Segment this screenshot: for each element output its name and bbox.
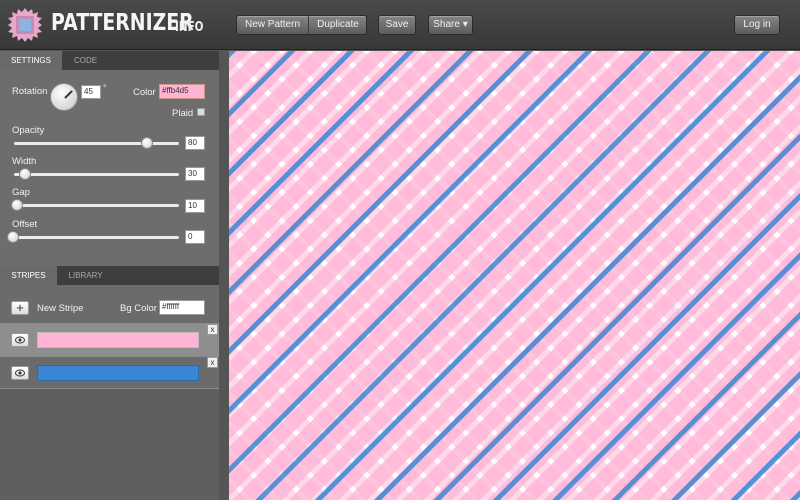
- stripe-color-swatch[interactable]: [37, 365, 199, 381]
- opacity-slider[interactable]: [14, 137, 179, 149]
- offset-slider[interactable]: [7, 231, 179, 243]
- top-bar: PATTERNIZER INFO New Pattern Duplicate S…: [0, 0, 800, 50]
- stripes-tab-bar: STRIPES LIBRARY: [0, 266, 219, 285]
- stripe-item-1[interactable]: x: [0, 323, 219, 356]
- visibility-toggle[interactable]: [11, 333, 29, 347]
- visibility-toggle[interactable]: [11, 366, 29, 380]
- degree-symbol: °: [103, 83, 107, 93]
- tab-code[interactable]: CODE: [62, 51, 109, 70]
- rotation-label: Rotation: [12, 86, 48, 97]
- tab-stripes[interactable]: STRIPES: [0, 266, 57, 285]
- panel-scrollbar[interactable]: [219, 51, 229, 500]
- bg-color-input[interactable]: #ffffff: [159, 300, 205, 315]
- pattern-button-group: New Pattern Duplicate: [236, 15, 367, 35]
- opacity-slider-thumb[interactable]: [141, 137, 153, 149]
- eye-icon: [15, 336, 25, 344]
- info-link[interactable]: INFO: [175, 20, 204, 35]
- color-label: Color: [133, 87, 156, 98]
- logo-icon: [8, 8, 42, 42]
- gap-slider-thumb[interactable]: [11, 199, 23, 211]
- plaid-checkbox[interactable]: [197, 108, 205, 116]
- settings-tab-bar: SETTINGS CODE: [0, 51, 219, 70]
- plaid-label: Plaid: [172, 108, 194, 119]
- opacity-label: Opacity: [12, 125, 45, 136]
- offset-slider-thumb[interactable]: [7, 231, 19, 243]
- remove-stripe-button[interactable]: x: [207, 357, 218, 368]
- duplicate-button[interactable]: Duplicate: [309, 16, 367, 34]
- width-slider-thumb[interactable]: [19, 168, 31, 180]
- width-label: Width: [12, 156, 37, 167]
- new-stripe-button[interactable]: +: [11, 301, 29, 315]
- stripe-item-2[interactable]: x: [0, 356, 219, 389]
- new-pattern-button[interactable]: New Pattern: [237, 16, 308, 34]
- width-slider[interactable]: [14, 168, 179, 180]
- pattern-svg: [229, 51, 800, 500]
- left-panel: SETTINGS CODE Rotation 45 ° Color #ffb4d…: [0, 51, 229, 500]
- rotation-input[interactable]: 45: [81, 85, 101, 99]
- gap-slider[interactable]: [11, 199, 179, 211]
- pattern-preview: [229, 51, 800, 500]
- eye-icon: [15, 369, 25, 377]
- rotation-needle: [64, 90, 73, 99]
- rotation-knob[interactable]: [50, 83, 78, 111]
- color-input[interactable]: #ffb4d5: [159, 84, 205, 99]
- opacity-input[interactable]: 80: [185, 136, 205, 150]
- remove-stripe-button[interactable]: x: [207, 324, 218, 335]
- login-button[interactable]: Log in: [734, 15, 780, 35]
- app-title: PATTERNIZER: [51, 10, 194, 36]
- stripe-color-swatch[interactable]: [37, 332, 199, 348]
- width-input[interactable]: 30: [185, 167, 205, 181]
- tab-settings[interactable]: SETTINGS: [0, 51, 62, 70]
- gap-label: Gap: [12, 187, 30, 198]
- new-stripe-label[interactable]: New Stripe: [37, 303, 83, 314]
- offset-input[interactable]: 0: [185, 230, 205, 244]
- tab-library[interactable]: LIBRARY: [57, 266, 114, 285]
- gap-input[interactable]: 10: [185, 199, 205, 213]
- offset-label: Offset: [12, 219, 38, 230]
- save-button[interactable]: Save: [378, 15, 416, 35]
- share-button[interactable]: Share ▾: [428, 15, 473, 35]
- bg-color-label: Bg Color: [120, 303, 157, 314]
